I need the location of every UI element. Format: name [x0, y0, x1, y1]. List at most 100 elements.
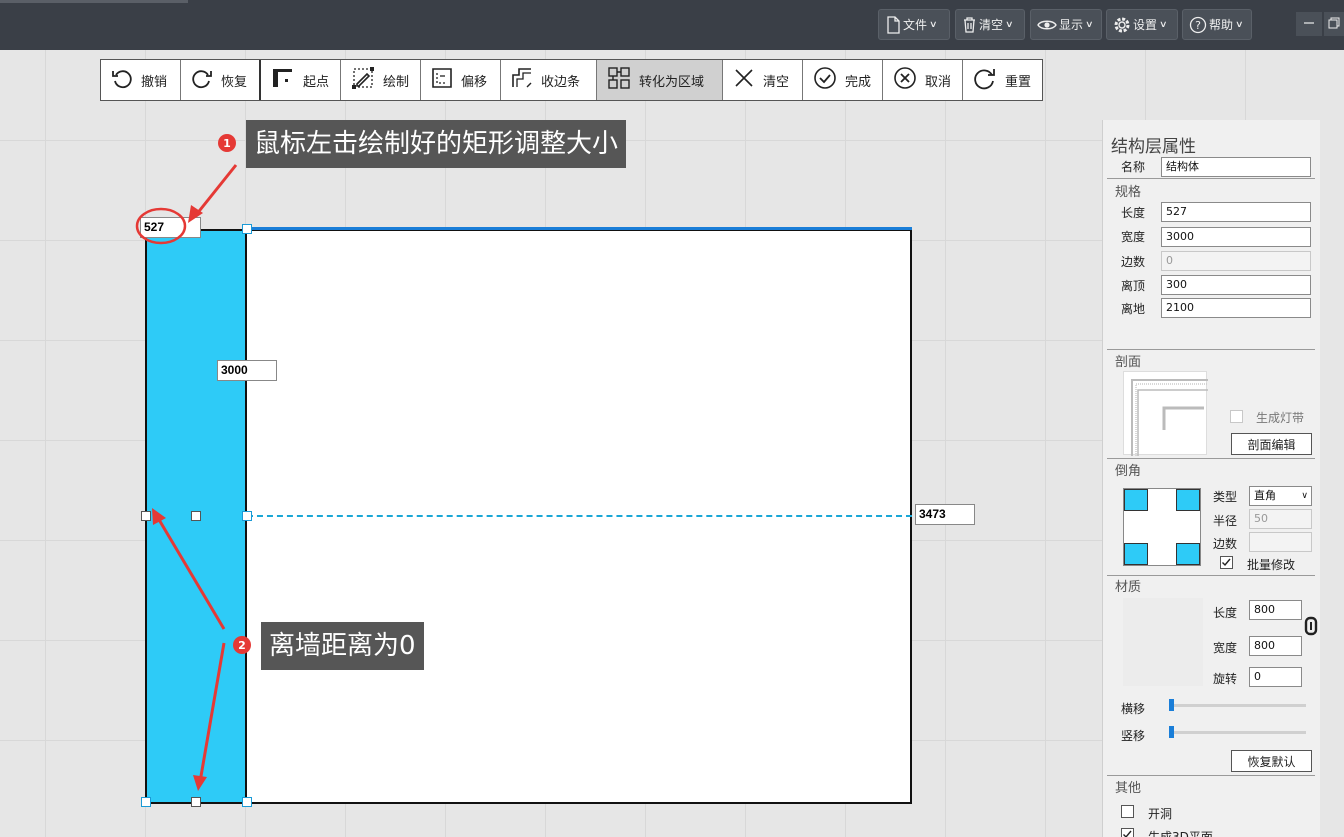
- start-point-icon: [271, 67, 295, 93]
- annotation-arrows: [135, 164, 238, 791]
- ground-distance-label: 离地: [1121, 302, 1146, 316]
- material-section-header: 材质: [1115, 580, 1142, 595]
- chevron-down-icon: ∨: [929, 19, 938, 30]
- chevron-down-icon: ∨: [1301, 491, 1308, 501]
- batch-edit-checkbox[interactable]: [1220, 556, 1233, 569]
- other-section-header: 其他: [1115, 781, 1142, 796]
- section-profile-icon: [1131, 379, 1208, 456]
- minimize-button[interactable]: [1296, 12, 1322, 36]
- width-label: 宽度: [1121, 230, 1146, 244]
- cancel-button[interactable]: 取消: [883, 60, 963, 100]
- material-length-input[interactable]: 800: [1249, 600, 1302, 620]
- divider: [1107, 775, 1315, 776]
- maximize-button[interactable]: [1324, 12, 1344, 36]
- horizontal-shift-slider[interactable]: [1169, 704, 1306, 707]
- drawing-toolbar: 撤销 恢复 起点 绘制 偏移 收边条 转化为区域 清空 完成 取消 重置: [100, 59, 1043, 101]
- chamfer-corner-top-left: [1124, 489, 1148, 511]
- material-width-input[interactable]: 800: [1249, 636, 1302, 656]
- material-width-label: 宽度: [1213, 641, 1238, 655]
- batch-edit-label: 批量修改: [1247, 558, 1296, 572]
- undo-icon: [111, 67, 133, 93]
- rotate-label: 旋转: [1213, 672, 1238, 686]
- clear-menu-button[interactable]: 清空 ∨: [955, 9, 1025, 40]
- plane-3d-checkbox[interactable]: [1121, 828, 1134, 837]
- link-ratio-icon[interactable]: [1304, 616, 1318, 636]
- start-point-button[interactable]: 起点: [261, 60, 341, 100]
- vertical-shift-slider-thumb[interactable]: [1169, 726, 1174, 738]
- chevron-down-icon: ∨: [1159, 19, 1168, 30]
- divider: [1107, 349, 1315, 350]
- file-menu-button[interactable]: 文件 ∨: [878, 9, 950, 40]
- display-menu-button[interactable]: 显示 ∨: [1030, 9, 1102, 40]
- minimize-icon: [1303, 17, 1315, 32]
- length-label: 长度: [1121, 206, 1146, 220]
- width-input[interactable]: 3000: [1161, 227, 1311, 247]
- vertical-shift-slider[interactable]: [1169, 731, 1306, 734]
- divider: [1107, 178, 1315, 179]
- app-title-bar: 文件 ∨ 清空 ∨ 显示 ∨ 设置 ∨ ? 帮助 ∨: [0, 0, 1344, 50]
- horizontal-shift-slider-thumb[interactable]: [1169, 699, 1174, 711]
- annotation-badge-2: 2: [233, 636, 251, 654]
- ground-distance-input[interactable]: 2100: [1161, 298, 1311, 318]
- done-button[interactable]: 完成: [803, 60, 883, 100]
- redo-icon: [191, 67, 213, 93]
- gear-icon: [1113, 16, 1131, 34]
- divider: [1107, 458, 1315, 459]
- offset-label: 偏移: [461, 74, 488, 90]
- check-circle-icon: [813, 66, 837, 94]
- reset-label: 重置: [1005, 74, 1032, 90]
- offset-button[interactable]: 偏移: [421, 60, 501, 100]
- panel-scrollbar-area[interactable]: [1320, 120, 1344, 837]
- section-header: 剖面: [1115, 355, 1142, 370]
- help-menu-button[interactable]: ? 帮助 ∨: [1182, 9, 1252, 40]
- undo-button[interactable]: 撤销: [101, 60, 181, 100]
- region-grid-icon: [607, 66, 631, 94]
- edge-strip-label: 收边条: [541, 74, 581, 90]
- convert-to-region-button[interactable]: 转化为区域: [597, 60, 723, 100]
- draw-button[interactable]: 绘制: [341, 60, 421, 100]
- rotate-input[interactable]: 0: [1249, 667, 1302, 687]
- chamfer-sides-label: 边数: [1213, 537, 1238, 551]
- name-input[interactable]: 结构体: [1161, 157, 1311, 177]
- drawing-canvas[interactable]: 527 3000 3473 1 鼠标左击绘制好的矩形调整大小 2 离墙距离为0: [0, 101, 1100, 837]
- radius-input: 50: [1249, 509, 1312, 529]
- offset-icon: [431, 67, 453, 93]
- plane-3d-label: 生成3D平面: [1148, 830, 1213, 837]
- settings-menu-label: 设置: [1133, 18, 1158, 32]
- sides-label: 边数: [1121, 255, 1146, 269]
- radius-label: 半径: [1213, 514, 1238, 528]
- settings-menu-button[interactable]: 设置 ∨: [1106, 9, 1178, 40]
- annotation-callout-1: 鼠标左击绘制好的矩形调整大小: [246, 120, 627, 168]
- name-label: 名称: [1121, 160, 1146, 174]
- svg-text:?: ?: [1195, 19, 1201, 32]
- properties-panel: 结构层属性 名称 结构体 规格 长度 527 宽度 3000 边数 0 离顶 3…: [1102, 120, 1320, 837]
- file-menu-label: 文件: [903, 18, 928, 32]
- section-edit-button[interactable]: 剖面编辑: [1231, 433, 1312, 455]
- open-hole-label: 开洞: [1148, 807, 1173, 821]
- chevron-down-icon: ∨: [1005, 19, 1014, 30]
- draw-label: 绘制: [383, 74, 410, 90]
- top-distance-input[interactable]: 300: [1161, 275, 1311, 295]
- chamfer-corner-top-right: [1176, 489, 1200, 511]
- done-label: 完成: [845, 74, 872, 90]
- reset-button[interactable]: 重置: [963, 60, 1042, 100]
- display-menu-label: 显示: [1059, 18, 1084, 32]
- cancel-label: 取消: [925, 74, 952, 90]
- chamfer-section-header: 倒角: [1115, 464, 1142, 479]
- top-distance-label: 离顶: [1121, 279, 1146, 293]
- reset-icon: [973, 66, 997, 94]
- clear-button[interactable]: 清空: [723, 60, 803, 100]
- length-input[interactable]: 527: [1161, 202, 1311, 222]
- restore-default-button[interactable]: 恢复默认: [1231, 750, 1312, 772]
- spec-section-header: 规格: [1115, 185, 1142, 200]
- chamfer-type-value: 直角: [1254, 489, 1276, 502]
- undo-label: 撤销: [141, 74, 168, 90]
- edge-strip-button[interactable]: 收边条: [501, 60, 597, 100]
- help-menu-label: 帮助: [1209, 18, 1234, 32]
- redo-button[interactable]: 恢复: [181, 60, 261, 100]
- open-hole-checkbox[interactable]: [1121, 805, 1134, 818]
- light-strip-checkbox[interactable]: [1230, 410, 1243, 423]
- panel-title: 结构层属性: [1111, 137, 1196, 157]
- chamfer-type-select[interactable]: 直角 ∨: [1249, 486, 1312, 506]
- sides-input: 0: [1161, 251, 1311, 271]
